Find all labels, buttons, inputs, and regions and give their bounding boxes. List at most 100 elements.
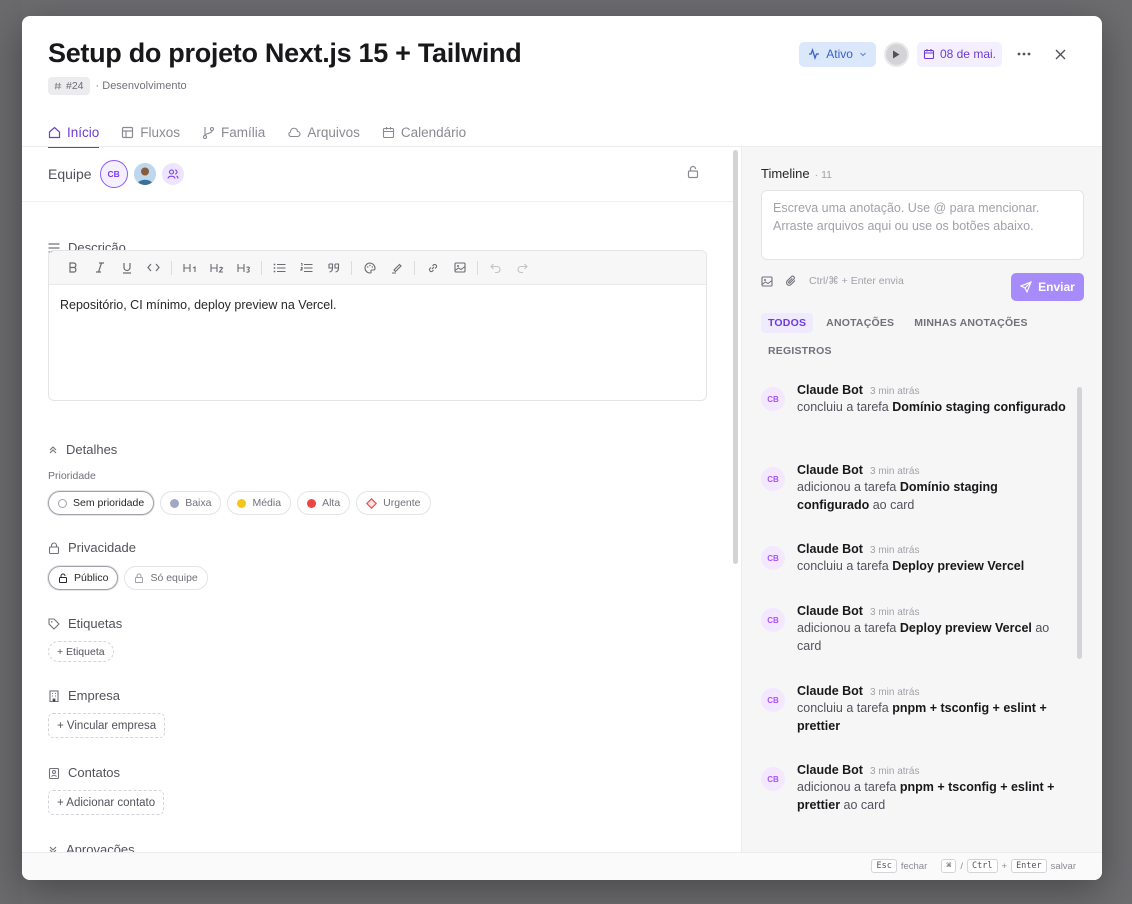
activity-text: adicionou a tarefa Domínio staging confi… — [797, 479, 1072, 514]
undo-button[interactable] — [482, 256, 509, 280]
activity-action: concluiu a tarefa — [797, 701, 893, 715]
tab-arquivos[interactable]: Arquivos — [287, 118, 360, 146]
add-tag-button[interactable]: + Etiqueta — [48, 641, 114, 662]
bullet-list-icon — [273, 263, 286, 272]
code-button[interactable] — [140, 256, 167, 280]
image-button[interactable] — [446, 256, 473, 280]
quote-icon — [327, 262, 339, 273]
close-button[interactable] — [1046, 40, 1074, 68]
paperclip-icon[interactable] — [785, 275, 797, 287]
ordered-list-button[interactable] — [293, 256, 320, 280]
lock-icon — [48, 541, 60, 554]
timeline-count: · 11 — [814, 169, 832, 181]
lock-button[interactable] — [686, 165, 700, 184]
tab-familia[interactable]: Família — [202, 118, 265, 146]
bold-button[interactable] — [59, 256, 86, 280]
heading-3-button[interactable] — [230, 256, 257, 280]
privacy-option-publico[interactable]: Público — [48, 566, 119, 590]
privacy-option-so-equipe[interactable]: Só equipe — [124, 566, 208, 590]
activity-target: Deploy preview Vercel — [899, 621, 1032, 635]
quote-button[interactable] — [320, 256, 347, 280]
filter-minhas-anotacoes[interactable]: MINHAS ANOTAÇÕES — [907, 313, 1034, 333]
avatar: CB — [761, 546, 785, 570]
activity-action: adicionou a tarefa — [797, 621, 900, 635]
avatar: CB — [761, 688, 785, 712]
timer-play-button[interactable] — [883, 41, 909, 67]
due-date-button[interactable]: 08 de mai. — [916, 41, 1002, 67]
description-editor: Repositório, CI mínimo, deploy preview n… — [48, 250, 707, 401]
heading-1-icon — [182, 263, 196, 272]
author-name: Claude Bot — [797, 463, 863, 477]
send-label: Enviar — [1038, 280, 1075, 294]
more-horizontal-icon — [1017, 52, 1031, 56]
add-member-button[interactable] — [161, 163, 184, 185]
unlock-icon — [59, 573, 67, 583]
add-contact-button[interactable]: + Adicionar contato — [48, 790, 165, 815]
description-text[interactable]: Repositório, CI mínimo, deploy preview n… — [49, 285, 706, 325]
dot-icon — [307, 498, 317, 508]
editor-toolbar — [49, 251, 706, 285]
tab-fluxos[interactable]: Fluxos — [121, 118, 180, 146]
avatar[interactable] — [133, 163, 156, 185]
backdrop — [0, 0, 22, 904]
keyboard-hints: Esc fechar ⌘ / Ctrl + Enter salvar — [871, 859, 1076, 873]
task-category: · Desenvolvimento — [95, 80, 187, 92]
esc-key: Esc — [871, 859, 897, 873]
priority-option-baixa[interactable]: Baixa — [160, 491, 222, 515]
details-heading[interactable]: Detalhes — [48, 442, 117, 457]
avatar: CB — [761, 767, 785, 791]
priority-option-none[interactable]: Sem prioridade — [48, 491, 155, 515]
enter-key: Enter — [1011, 859, 1047, 873]
italic-icon — [95, 262, 104, 273]
note-input[interactable]: Escreva uma anotação. Use @ para mencion… — [761, 190, 1084, 260]
send-icon — [1020, 281, 1033, 293]
bullet-list-button[interactable] — [266, 256, 293, 280]
image-icon[interactable] — [761, 275, 773, 287]
left-scrollbar[interactable] — [733, 150, 738, 564]
bold-icon — [68, 262, 76, 273]
filter-registros[interactable]: REGISTROS — [761, 341, 839, 361]
author-name: Claude Bot — [797, 542, 863, 556]
user-photo-icon — [133, 163, 156, 185]
table-icon — [122, 126, 134, 138]
redo-button[interactable] — [509, 256, 536, 280]
highlight-button[interactable] — [383, 256, 410, 280]
italic-button[interactable] — [86, 256, 113, 280]
activity-action: adicionou a tarefa — [797, 480, 900, 494]
cmd-key: ⌘ — [941, 859, 957, 873]
timeline-item: CB Claude Bot 3 min atrás concluiu a tare… — [761, 383, 1077, 417]
status-label: Ativo — [826, 47, 853, 61]
approvals-heading[interactable]: Aprovações — [48, 842, 135, 852]
author-name: Claude Bot — [797, 604, 863, 618]
link-button[interactable] — [419, 256, 446, 280]
heading-1-button[interactable] — [176, 256, 203, 280]
header-actions: Ativo 08 de mai. — [799, 40, 1074, 68]
divider — [22, 201, 734, 202]
priority-option-alta[interactable]: Alta — [297, 491, 351, 515]
status-dropdown[interactable]: Ativo — [799, 41, 876, 67]
link-company-button[interactable]: + Vincular empresa — [48, 713, 166, 738]
task-title[interactable]: Setup do projeto Next.js 15 + Tailwind — [48, 38, 522, 69]
filter-todos[interactable]: TODOS — [761, 313, 814, 333]
priority-option-media[interactable]: Média — [227, 491, 292, 515]
activity-text: concluiu a tarefa Deploy preview Vercel — [797, 558, 1072, 576]
heading-2-button[interactable] — [203, 256, 230, 280]
team-label: Equipe — [48, 166, 92, 182]
undo-icon — [490, 263, 501, 273]
toolbar-separator — [351, 260, 352, 275]
more-options-button[interactable] — [1010, 40, 1038, 68]
underline-button[interactable] — [113, 256, 140, 280]
privacy-options: Público Só equipe — [48, 566, 208, 590]
lock-icon — [135, 573, 144, 583]
priority-option-urgente[interactable]: Urgente — [356, 491, 431, 515]
text-color-button[interactable] — [356, 256, 383, 280]
avatar[interactable]: CB — [99, 160, 128, 188]
tab-calendario[interactable]: Calendário — [382, 118, 466, 146]
users-icon — [167, 169, 179, 179]
send-button[interactable]: Enviar — [1011, 273, 1084, 301]
tab-inicio[interactable]: Início — [48, 118, 100, 148]
filter-anotacoes[interactable]: ANOTAÇÕES — [819, 313, 901, 333]
dot-icon — [170, 498, 180, 508]
activity-action: concluiu a tarefa — [797, 400, 893, 414]
timeline-scrollbar[interactable] — [1077, 387, 1082, 659]
